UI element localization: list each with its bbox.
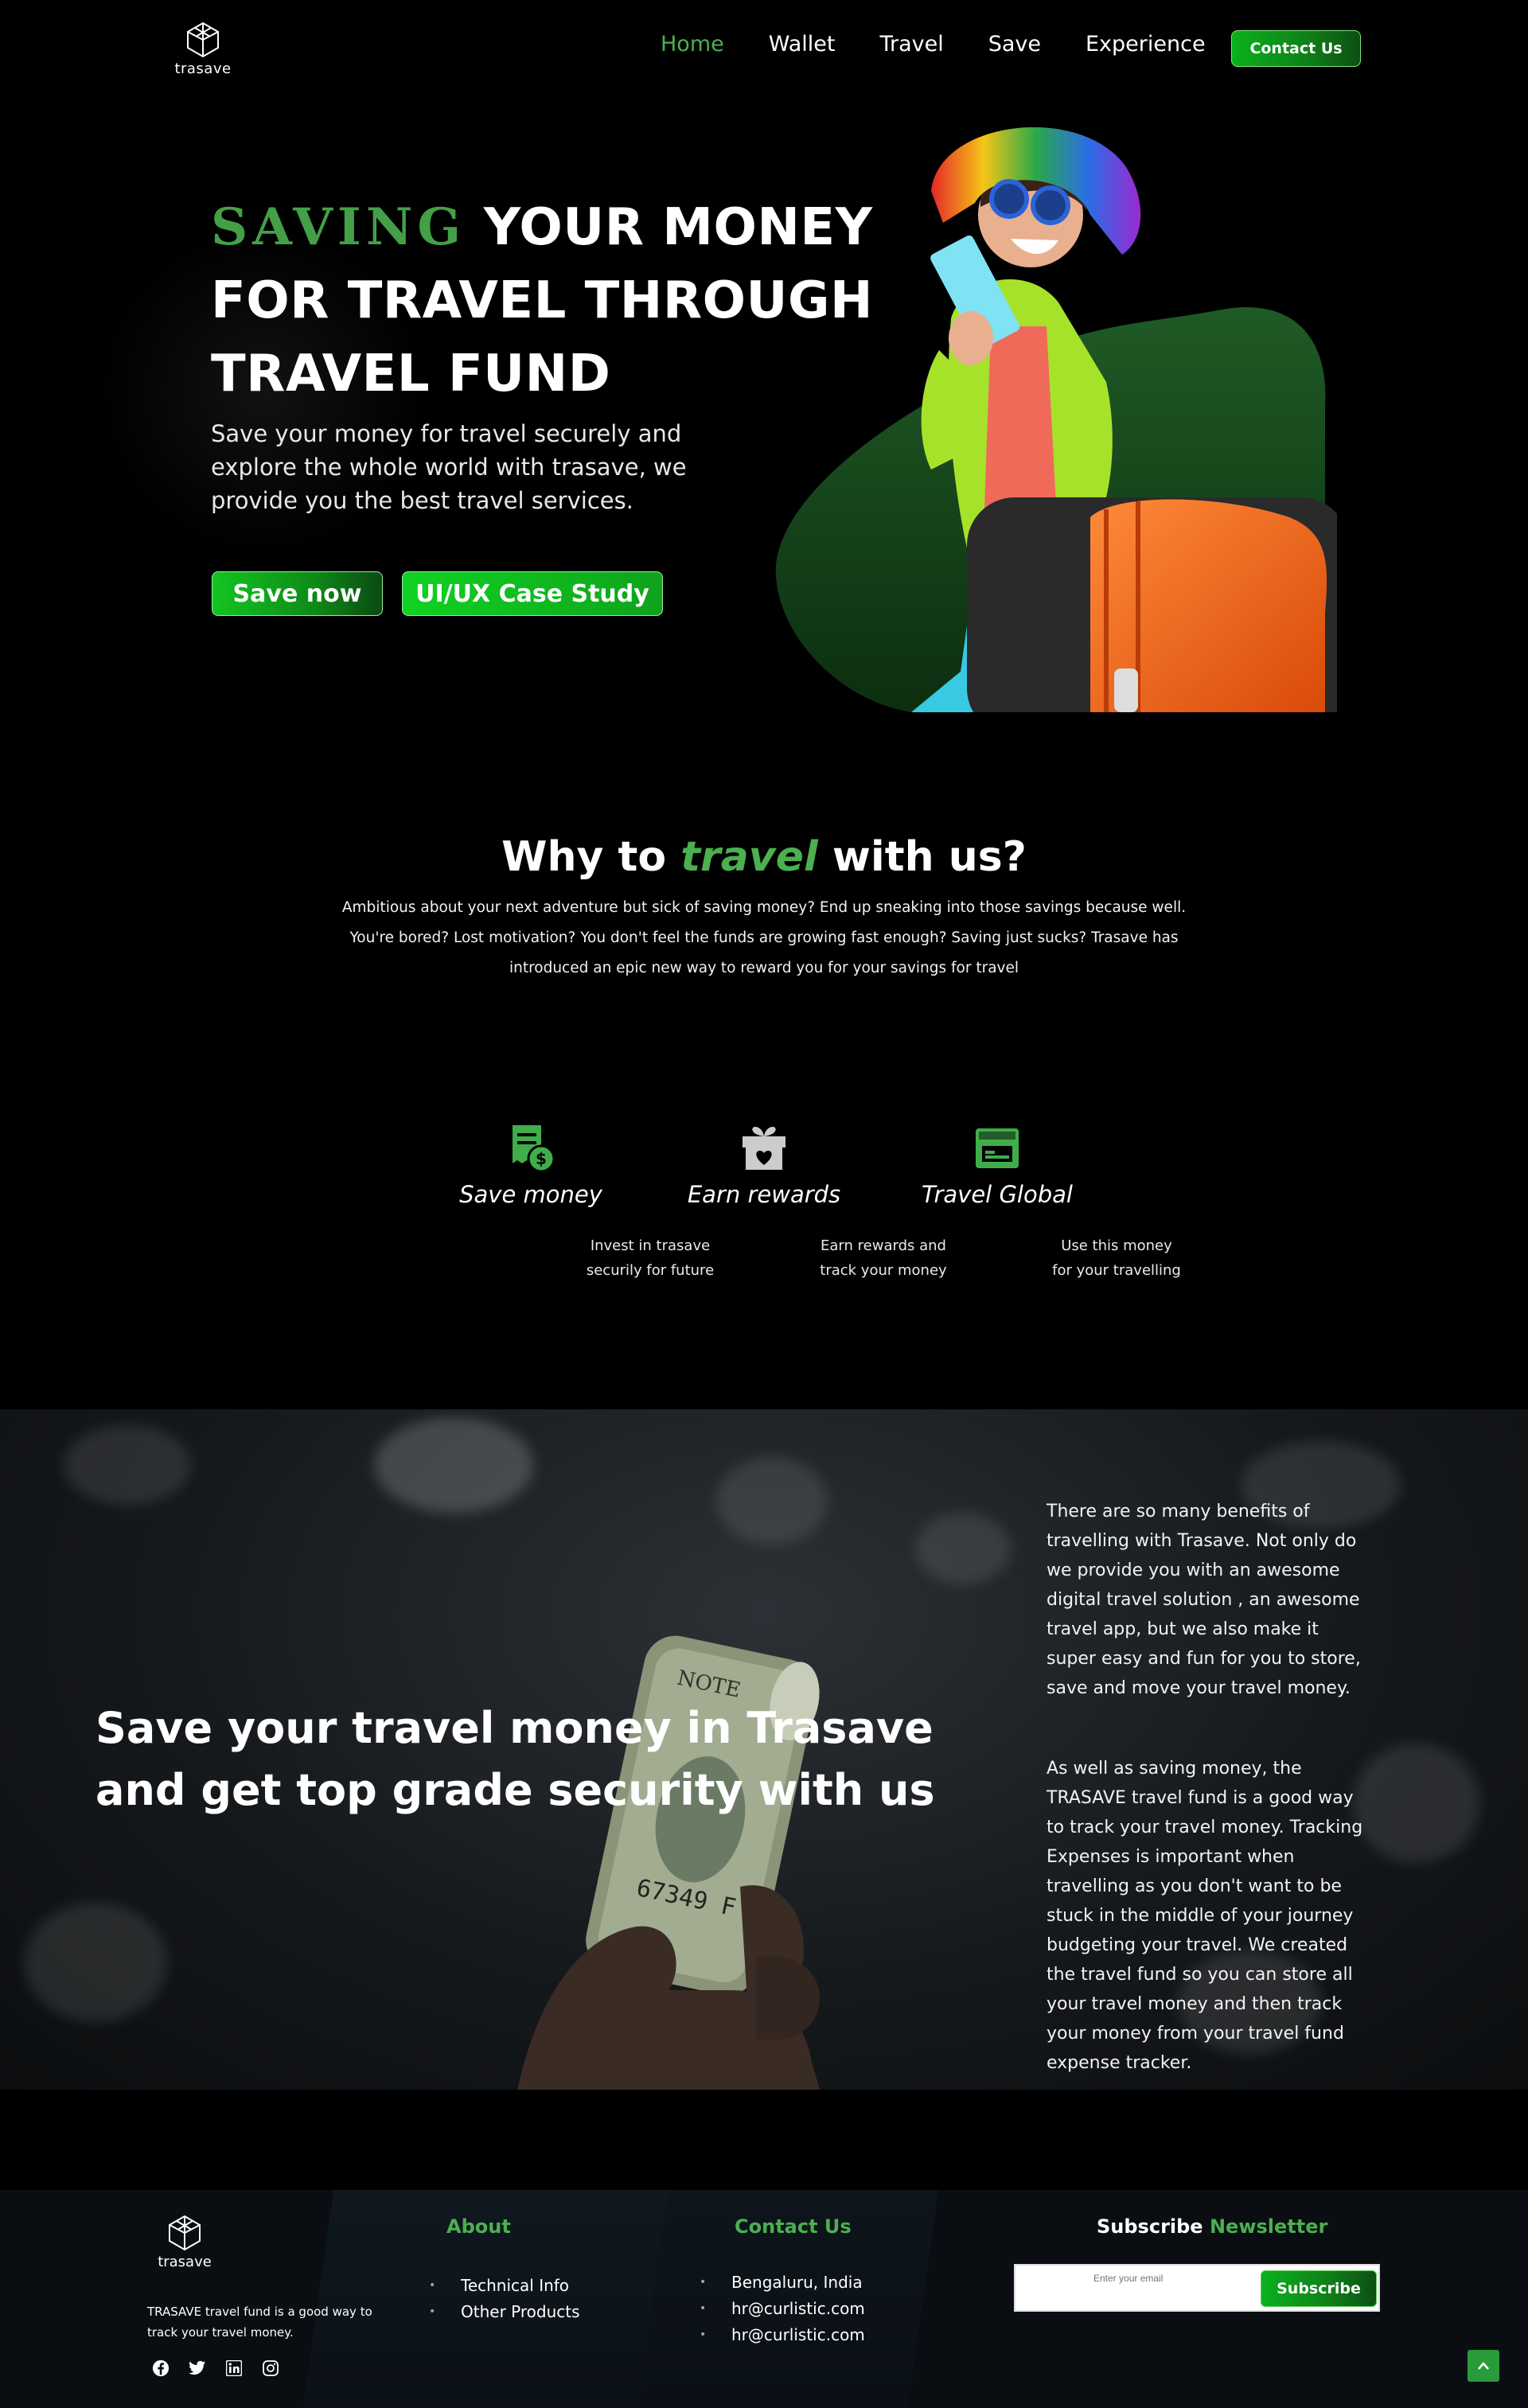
brand-name: trasave <box>174 60 232 77</box>
gift-heart-icon <box>743 1127 785 1170</box>
bokeh-light <box>915 1513 1011 1584</box>
instagram-icon[interactable] <box>261 2359 280 2378</box>
footer-description: TRASAVE travel fund is a good way to tra… <box>147 2305 372 2340</box>
footer-contact-email[interactable]: hr@curlistic.com <box>700 2322 865 2348</box>
receipt-dollar-icon: $ <box>513 1125 555 1173</box>
subscribe-button[interactable]: Subscribe <box>1261 2270 1377 2307</box>
footer-link-other-products[interactable]: Other Products <box>429 2299 580 2325</box>
twitter-icon[interactable] <box>188 2359 207 2378</box>
chevron-up-icon <box>1478 2362 1489 2370</box>
svg-text:$: $ <box>536 1149 547 1168</box>
nav-travel[interactable]: Travel <box>879 32 943 56</box>
store-icon <box>976 1128 1019 1168</box>
bokeh-light <box>374 1417 533 1513</box>
feature-desc: Invest in trasave securily for future <box>586 1237 715 1279</box>
newsletter-email-input[interactable] <box>1030 2270 1269 2286</box>
contact-us-button[interactable]: Contact Us <box>1231 30 1361 67</box>
hero-traveler-illustration <box>775 127 1337 712</box>
newsletter-form: Subscribe <box>1014 2264 1380 2312</box>
bokeh-light <box>24 1903 167 2022</box>
social-links <box>151 2359 280 2378</box>
feature-desc: Use this money for your travelling <box>1052 1237 1181 1279</box>
security-paragraph-1: There are so many benefits of travelling… <box>1047 1502 1361 1698</box>
feature-save-money: $ Save money Invest in trasave securily … <box>435 1122 714 1279</box>
footer-link-technical-info[interactable]: Technical Info <box>429 2273 580 2299</box>
footer-about-list: Technical Info Other Products <box>429 2273 580 2325</box>
footer-brand-name: trasave <box>158 2254 212 2270</box>
security-section: NOTE 67349 F Save your travel money in T… <box>0 1409 1528 2090</box>
site-footer: trasave TRASAVE travel fund is a good wa… <box>0 2190 1528 2408</box>
nav-wallet[interactable]: Wallet <box>769 32 836 56</box>
case-study-button[interactable]: UI/UX Case Study <box>402 571 663 616</box>
bokeh-light <box>716 1457 828 1545</box>
footer-contact-list: Bengaluru, India hr@curlistic.com hr@cur… <box>700 2270 865 2348</box>
hero-title-accent: SAVING <box>211 197 466 257</box>
scroll-to-top-button[interactable] <box>1468 2350 1499 2382</box>
security-title: Save your travel money in Trasave and ge… <box>96 1703 935 1815</box>
main-nav: Home Wallet Travel Save Experience <box>661 32 1206 56</box>
why-text: Ambitious about your next adventure but … <box>341 899 1187 976</box>
footer-contact-email[interactable]: hr@curlistic.com <box>700 2296 865 2322</box>
why-title-accent: travel <box>680 833 818 881</box>
cube-logo-icon <box>169 2215 201 2251</box>
footer-contact-heading: Contact Us <box>735 2215 852 2238</box>
save-now-button[interactable]: Save now <box>212 571 383 616</box>
feature-earn-rewards: Earn rewards Earn rewards and track your… <box>668 1122 947 1279</box>
brand-logo[interactable]: trasave <box>173 21 232 77</box>
facebook-icon[interactable] <box>151 2359 170 2378</box>
feature-title: Earn rewards <box>687 1181 841 1208</box>
hero-subtitle: Save your money for travel securely and … <box>211 420 687 514</box>
newsletter-heading: Subscribe Newsletter <box>1097 2215 1327 2238</box>
feature-desc: Earn rewards and track your money <box>820 1237 947 1279</box>
footer-contact-location: Bengaluru, India <box>700 2270 865 2296</box>
bokeh-light <box>64 1425 191 1505</box>
footer-logo[interactable]: trasave <box>155 2214 214 2270</box>
newsletter-heading-2: Newsletter <box>1209 2215 1328 2238</box>
nav-experience[interactable]: Experience <box>1086 32 1206 56</box>
newsletter-heading-1: Subscribe <box>1097 2215 1203 2238</box>
feature-title: Save money <box>459 1181 602 1208</box>
rolled-dollar-illustration: NOTE 67349 F <box>517 1635 820 2090</box>
nav-save[interactable]: Save <box>988 32 1041 56</box>
feature-title: Travel Global <box>922 1181 1073 1208</box>
cube-logo-icon <box>187 21 219 58</box>
why-title-before: Why to <box>501 833 681 881</box>
security-paragraph-2: As well as saving money, the TRASAVE tra… <box>1047 1759 1363 2073</box>
why-title: Why to travel with us? <box>0 833 1528 881</box>
feature-travel-global: Travel Global Use this money for your tr… <box>902 1122 1181 1279</box>
why-title-after: with us? <box>817 833 1027 881</box>
footer-about-heading: About <box>446 2215 511 2238</box>
nav-home[interactable]: Home <box>661 32 724 56</box>
linkedin-icon[interactable] <box>224 2359 244 2378</box>
